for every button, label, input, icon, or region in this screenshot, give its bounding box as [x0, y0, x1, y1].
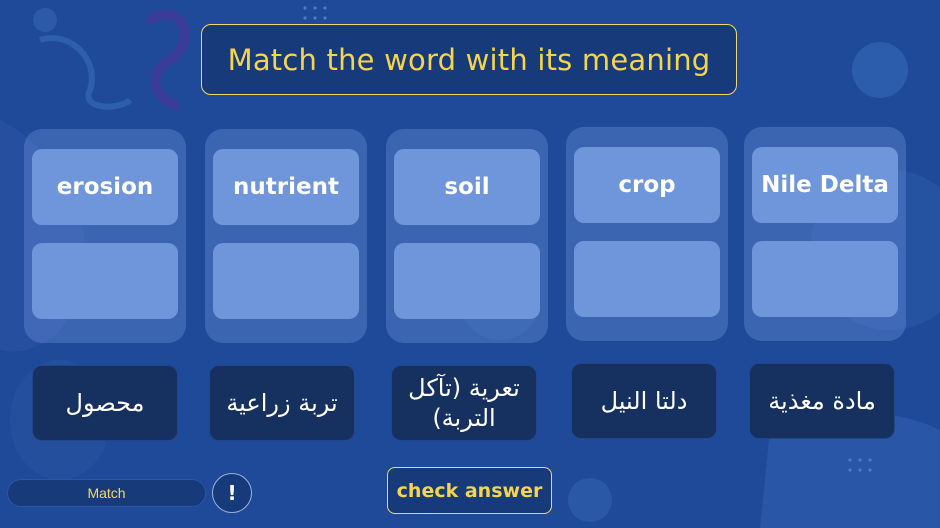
- word-card-erosion[interactable]: erosion: [32, 149, 178, 225]
- activity-type-label: Match: [7, 479, 206, 507]
- answer-tile-crop-meaning[interactable]: محصول: [32, 365, 178, 441]
- drop-slot-soil[interactable]: [394, 243, 540, 319]
- match-column-nile-delta: Nile Delta: [744, 127, 906, 341]
- exclamation-icon[interactable]: !: [212, 473, 252, 513]
- check-answer-button[interactable]: check answer: [387, 467, 552, 514]
- drop-slot-nutrient[interactable]: [213, 243, 359, 319]
- match-column-crop: crop: [566, 127, 728, 341]
- answer-tile-nile-delta-meaning[interactable]: دلتا النيل: [571, 363, 717, 439]
- match-column-soil: soil: [386, 129, 548, 343]
- word-card-nutrient[interactable]: nutrient: [213, 149, 359, 225]
- answer-tile-nutrient-meaning[interactable]: مادة مغذية: [749, 363, 895, 439]
- drop-slot-erosion[interactable]: [32, 243, 178, 319]
- answer-tile-erosion-meaning[interactable]: تعرية (تآكل التربة): [391, 365, 537, 441]
- drop-slot-nile-delta[interactable]: [752, 241, 898, 317]
- drop-slot-crop[interactable]: [574, 241, 720, 317]
- answer-tile-arable-soil[interactable]: تربة زراعية: [209, 365, 355, 441]
- instruction-title: Match the word with its meaning: [201, 24, 737, 95]
- word-card-soil[interactable]: soil: [394, 149, 540, 225]
- match-column-nutrient: nutrient: [205, 129, 367, 343]
- word-card-nile-delta[interactable]: Nile Delta: [752, 147, 898, 223]
- word-card-crop[interactable]: crop: [574, 147, 720, 223]
- match-column-erosion: erosion: [24, 129, 186, 343]
